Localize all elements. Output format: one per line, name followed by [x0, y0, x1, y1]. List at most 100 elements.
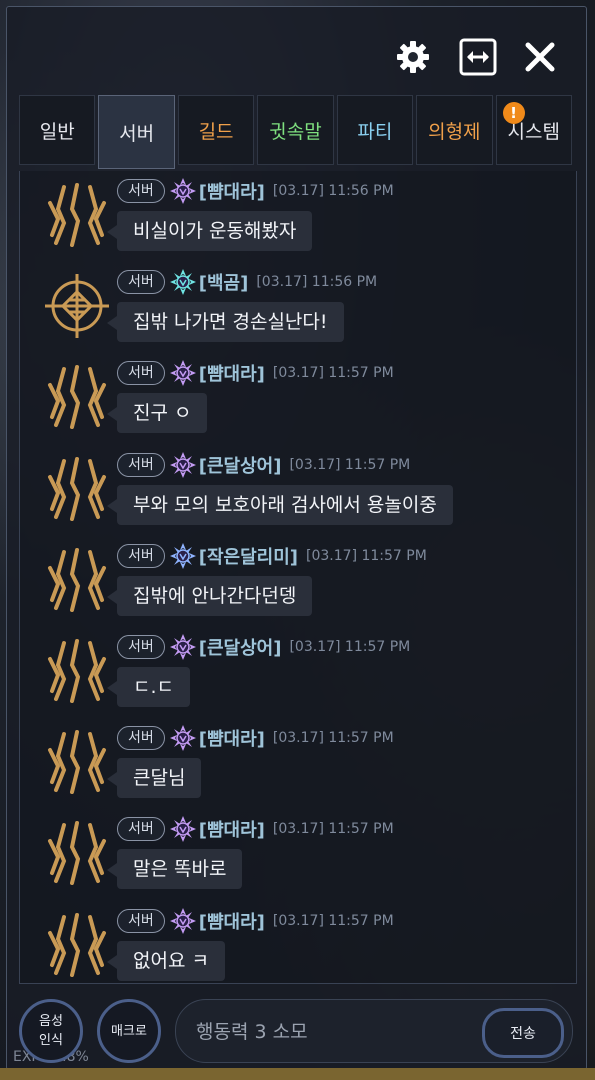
sender-name[interactable]: [뺨대라]	[199, 178, 265, 204]
claw-emblem-icon[interactable]	[42, 544, 112, 616]
message-header: 서버 [백곰] [03.17] 11:56 PM	[117, 268, 378, 296]
channel-badge: 서버	[117, 452, 165, 477]
sender-name[interactable]: [뺨대라]	[199, 725, 265, 751]
purple-rank-icon	[169, 451, 197, 479]
tab-label: 파티	[357, 120, 393, 143]
channel-badge: 서버	[117, 726, 165, 751]
teal-rank-icon	[169, 268, 197, 296]
channel-badge: 서버	[117, 361, 165, 386]
chat-message[interactable]: 서버 [큰달상어] [03.17] 11:57 PM 부와 모의 보호아래 검사에서 …	[20, 449, 576, 539]
sender-name[interactable]: [뺨대라]	[199, 816, 265, 842]
claw-emblem-icon[interactable]	[42, 726, 112, 798]
macro-button[interactable]: 매크로	[97, 999, 161, 1063]
send-button[interactable]: 전송	[482, 1008, 564, 1058]
channel-badge: 서버	[117, 817, 165, 842]
message-bubble: 집밖 나가면 경손실난다!	[107, 302, 344, 343]
tab-label: 길드	[198, 120, 234, 143]
claw-emblem-icon[interactable]	[42, 817, 112, 889]
chat-message[interactable]: 서버 [뺨대라] [03.17] 11:57 PM 진구 ㅇ	[20, 357, 576, 447]
tab-label: 일반	[39, 120, 75, 143]
message-header: 서버 [뺨대라] [03.17] 11:56 PM	[117, 178, 394, 204]
message-bubble: 부와 모의 보호아래 검사에서 용놀이중	[107, 484, 453, 525]
message-bubble: 없어요 ㅋ	[107, 940, 225, 981]
purple-rank-icon	[169, 815, 197, 843]
sender-name[interactable]: [큰달상어]	[199, 634, 282, 660]
timestamp: [03.17] 11:57 PM	[289, 639, 411, 655]
blue-rank-icon	[169, 542, 197, 570]
tab-label: 서버	[119, 122, 155, 145]
chat-input[interactable]	[194, 1012, 478, 1052]
voice-label-1: 음성	[39, 1014, 63, 1029]
sender-name[interactable]: [뺨대라]	[199, 360, 265, 386]
tab-label: 귓속말	[269, 120, 322, 143]
timestamp: [03.17] 11:57 PM	[272, 730, 394, 747]
chat-message[interactable]: 서버 [뺨대라] [03.17] 11:56 PM 비실이가 운동해봤자	[20, 175, 576, 265]
chat-input-container: 전송	[175, 999, 573, 1063]
message-header: 서버 [뺨대라] [03.17] 11:57 PM	[117, 907, 394, 934]
timestamp: [03.17] 11:56 PM	[272, 183, 394, 199]
hud-strip	[0, 1068, 595, 1080]
purple-rank-icon	[169, 633, 197, 661]
sender-name[interactable]: [백곰]	[199, 269, 249, 295]
message-header: 서버 [뺨대라] [03.17] 11:57 PM	[117, 359, 394, 387]
message-bubble: ㄷ.ㄷ	[107, 667, 190, 707]
timestamp: [03.17] 11:56 PM	[256, 274, 378, 291]
message-bubble: 비실이가 운동해봤자	[106, 211, 313, 251]
knot-emblem-icon[interactable]	[42, 270, 112, 342]
voice-recognition-button[interactable]: 음성 인식	[19, 999, 83, 1063]
macro-label: 매크로	[111, 1023, 147, 1039]
purple-rank-icon	[169, 724, 197, 752]
purple-rank-icon	[169, 359, 197, 387]
chat-input-bar: EXP 34.8% 음성 인식 매크로 전송	[7, 993, 586, 1069]
chat-message[interactable]: 서버 [뺨대라] [03.17] 11:57 PM 없어요 ㅋ	[20, 905, 576, 983]
chat-message[interactable]: 서버 [작은달리미] [03.17] 11:57 PM 집밖에 안나간다던뎅	[20, 540, 576, 630]
tab-3[interactable]: 귓속말	[257, 95, 334, 165]
timestamp: [03.17] 11:57 PM	[289, 456, 411, 473]
message-bubble: 큰달님	[106, 758, 202, 799]
gear-icon[interactable]	[393, 37, 433, 77]
claw-emblem-icon[interactable]	[42, 453, 112, 525]
tab-1[interactable]: 서버	[98, 95, 175, 169]
sender-name[interactable]: [큰달상어]	[199, 452, 282, 478]
claw-emblem-icon[interactable]	[42, 635, 112, 707]
tab-6[interactable]: 시스템!	[495, 95, 572, 165]
timestamp: [03.17] 11:57 PM	[272, 821, 394, 838]
message-bubble: 집밖에 안나간다던뎅	[106, 575, 313, 616]
tab-4[interactable]: 파티	[336, 95, 414, 165]
chat-window: 일반 서버 길드 귓속말 파티 의형제 시스템! 서버 [뺨대라] [03.17] 11:56 …	[6, 6, 587, 1070]
chat-message-list[interactable]: 서버 [뺨대라] [03.17] 11:56 PM 비실이가 운동해봤자 서버 [백곰][…	[19, 171, 577, 984]
channel-badge: 서버	[117, 543, 165, 568]
tab-label: 의형제	[428, 120, 481, 143]
channel-badge: 서버	[117, 635, 165, 659]
chat-message[interactable]: 서버 [백곰] [03.17] 11:56 PM 집밖 나가면 경손실난다!	[20, 266, 576, 356]
channel-tabs: 일반 서버 길드 귓속말 파티 의형제 시스템!	[19, 95, 575, 171]
sender-name[interactable]: [작은달리미]	[199, 543, 298, 569]
purple-rank-icon	[169, 177, 197, 205]
tab-5[interactable]: 의형제	[416, 95, 493, 165]
sender-name[interactable]: [뺨대라]	[199, 908, 265, 934]
claw-emblem-icon[interactable]	[42, 361, 112, 433]
send-label: 전송	[510, 1026, 536, 1042]
timestamp: [03.17] 11:57 PM	[272, 365, 394, 382]
claw-emblem-icon[interactable]	[42, 179, 112, 251]
tab-0[interactable]: 일반	[19, 95, 96, 165]
notification-badge-icon: !	[502, 102, 525, 124]
close-icon[interactable]	[520, 37, 560, 77]
timestamp: [03.17] 11:57 PM	[272, 912, 394, 929]
horizontal-resize-icon[interactable]	[458, 37, 498, 77]
chat-message[interactable]: 서버 [뺨대라] [03.17] 11:57 PM 큰달님	[20, 722, 576, 812]
message-header: 서버 [큰달상어] [03.17] 11:57 PM	[117, 451, 411, 479]
message-bubble: 말은 똑바로	[106, 849, 243, 890]
message-header: 서버 [뺨대라] [03.17] 11:57 PM	[117, 815, 394, 843]
chat-message[interactable]: 서버 [큰달상어] [03.17] 11:57 PM ㄷ.ㄷ	[20, 631, 576, 721]
channel-badge: 서버	[117, 270, 165, 295]
timestamp: [03.17] 11:57 PM	[306, 547, 427, 564]
claw-emblem-icon[interactable]	[42, 909, 112, 981]
chat-message[interactable]: 서버 [뺨대라] [03.17] 11:57 PM 말은 똑바로	[20, 813, 576, 903]
chat-toolbar	[7, 7, 586, 95]
channel-badge: 서버	[117, 908, 165, 933]
message-header: 서버 [작은달리미] [03.17] 11:57 PM	[117, 542, 427, 570]
tab-2[interactable]: 길드	[177, 95, 255, 165]
channel-badge: 서버	[117, 179, 165, 203]
message-header: 서버 [큰달상어] [03.17] 11:57 PM	[117, 634, 410, 660]
